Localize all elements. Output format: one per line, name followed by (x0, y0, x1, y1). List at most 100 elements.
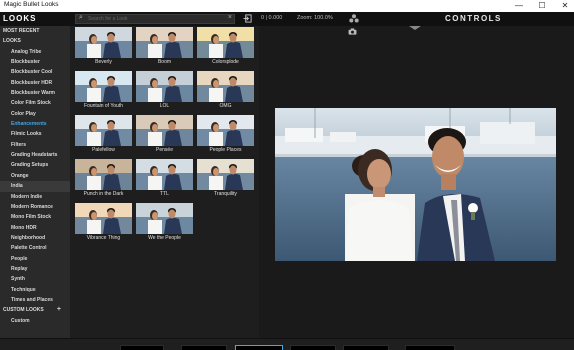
look-thumbnail[interactable]: Vibrance Thing (75, 203, 132, 241)
look-thumbnail[interactable]: OMG (197, 71, 254, 109)
sidebar-item-replay[interactable]: Replay (0, 264, 70, 274)
search-icon: ⌕ (79, 14, 83, 21)
sidebar-item-modern-indie[interactable]: Modern Indie (0, 192, 70, 202)
export-icon[interactable] (243, 14, 252, 23)
sidebar-item-label: LOOKS (3, 38, 21, 45)
sidebar-item-mono-hdr[interactable]: Mono HDR (0, 223, 70, 233)
look-preview-image (75, 203, 132, 234)
search-input[interactable] (88, 15, 218, 23)
tool-slot-subject[interactable] (120, 345, 164, 350)
sidebar-item-label: Replay (11, 265, 28, 272)
tool-slot-camera[interactable] (290, 345, 336, 350)
window-title: Magic Bullet Looks (4, 1, 59, 8)
look-label: TTL (160, 191, 169, 197)
look-label: Beverly (95, 59, 112, 65)
look-thumbnail[interactable]: Boom (136, 27, 193, 65)
look-preview-image (197, 159, 254, 190)
look-label: We the People (148, 235, 181, 241)
looks-sidebar: LOOKS MOST RECENT LOOKS Analog Tribe Blockb… (0, 12, 70, 338)
sidebar-item-label: CUSTOM LOOKS (3, 307, 44, 314)
sidebar-item-india[interactable]: India (0, 181, 70, 192)
look-label: Tranquility (214, 191, 237, 197)
sidebar-item-label: Technique (11, 286, 36, 293)
sidebar-item-label: Neighborhood (11, 234, 46, 241)
controls-title: CONTROLS (445, 14, 502, 23)
look-label: Vibrance Thing (86, 235, 121, 241)
clear-search-icon[interactable]: × (228, 14, 232, 21)
look-label: Colorsplode (212, 59, 239, 65)
sidebar-item-blockbuster[interactable]: Blockbuster (0, 57, 70, 67)
sidebar-item-label: Blockbuster Cool (11, 69, 53, 76)
sidebar-item-label: Modern Indie (11, 193, 43, 200)
maximize-button[interactable]: ☐ (533, 0, 551, 12)
sidebar-item-label: Filters (11, 141, 27, 148)
look-preview-image (75, 71, 132, 102)
sidebar-item-label: Modern Romance (11, 203, 53, 210)
sidebar-item-color-play[interactable]: Color Play (0, 109, 70, 119)
look-preview-image (75, 27, 132, 58)
sidebar-item-enhancements[interactable]: Enhancements (0, 119, 70, 129)
look-label: Boom (157, 59, 172, 65)
sidebar-category-most-recent[interactable]: MOST RECENT (0, 26, 70, 36)
sidebar-item-label: Times and Places (11, 296, 53, 303)
sidebar-item-label: People (11, 255, 28, 262)
sidebar-category-custom-looks[interactable]: CUSTOM LOOKS + (0, 305, 70, 315)
sidebar-item-filmic-looks[interactable]: Filmic Looks (0, 129, 70, 139)
layers-icon[interactable] (349, 14, 359, 23)
look-thumbnail[interactable]: TTL (136, 159, 193, 197)
sidebar-item-palette-control[interactable]: Palette Control (0, 243, 70, 253)
close-button[interactable]: ✕ (556, 0, 574, 12)
look-preview-image (75, 159, 132, 190)
sidebar-item-filters[interactable]: Filters (0, 140, 70, 150)
look-thumbnail[interactable]: Tranquility (197, 159, 254, 197)
sidebar-item-label: Orange (11, 172, 29, 179)
search-box[interactable]: ⌕ × (75, 14, 235, 24)
sidebar-item-orange[interactable]: Orange (0, 171, 70, 181)
sidebar-item-label: Palette Control (11, 245, 47, 252)
sidebar-item-custom[interactable]: Custom (0, 316, 70, 326)
tool-slot-matte[interactable] (181, 345, 227, 350)
look-thumbnail[interactable]: Colorsplode (197, 27, 254, 65)
sidebar-item-grading-setups[interactable]: Grading Setups (0, 160, 70, 170)
look-preview-image (75, 115, 132, 146)
snapshot-camera-icon[interactable] (348, 28, 357, 35)
tool-slot-lens[interactable] (235, 345, 283, 350)
collapse-caret-icon[interactable] (409, 26, 421, 30)
sidebar-item-technique[interactable]: Technique (0, 285, 70, 295)
add-custom-look-icon[interactable]: + (57, 305, 61, 315)
look-thumbnail[interactable]: People Places (197, 115, 254, 153)
look-thumbnail[interactable]: Fountain of Youth (75, 71, 132, 109)
sidebar-item-label: MOST RECENT (3, 28, 40, 34)
tool-slot-post[interactable] (343, 345, 389, 350)
sidebar-item-label: Enhancements (11, 121, 47, 128)
sidebar-item-people[interactable]: People (0, 254, 70, 264)
sidebar-item-label: Color Film Stock (11, 100, 51, 107)
zoom-readout[interactable]: Zoom: 100.0% (297, 15, 333, 21)
minimize-button[interactable]: — (510, 0, 528, 12)
sidebar-item-times-and-places[interactable]: Times and Places (0, 295, 70, 305)
look-thumbnail[interactable]: We the People (136, 203, 193, 241)
sidebar-item-label: Mono Film Stock (11, 214, 51, 221)
look-thumbnail[interactable]: Palefellow (75, 115, 132, 153)
preview-image[interactable] (275, 108, 556, 261)
sidebar-item-grading-headstarts[interactable]: Grading Headstarts (0, 150, 70, 160)
sidebar-title: LOOKS (0, 12, 70, 26)
tool-slot-output[interactable] (405, 345, 455, 350)
sidebar-item-neighborhood[interactable]: Neighborhood (0, 233, 70, 243)
look-label: Punch in the Dark (83, 191, 124, 197)
tool-chain-bar (0, 338, 574, 350)
sidebar-item-mono-film-stock[interactable]: Mono Film Stock (0, 212, 70, 222)
look-thumbnail[interactable]: LOL (136, 71, 193, 109)
sidebar-item-analog-tribe[interactable]: Analog Tribe (0, 47, 70, 57)
sidebar-item-blockbuster-warm[interactable]: Blockbuster Warm (0, 88, 70, 98)
sidebar-item-synth[interactable]: Synth (0, 274, 70, 284)
sidebar-item-color-film-stock[interactable]: Color Film Stock (0, 98, 70, 108)
sidebar-item-modern-romance[interactable]: Modern Romance (0, 202, 70, 212)
look-thumbnail[interactable]: Beverly (75, 27, 132, 65)
sidebar-item-blockbuster-hdr[interactable]: Blockbuster HDR (0, 78, 70, 88)
sidebar-category-looks[interactable]: LOOKS (0, 36, 70, 46)
look-thumbnail[interactable]: Pensée (136, 115, 193, 153)
look-label: LOL (159, 103, 170, 109)
sidebar-item-blockbuster-cool[interactable]: Blockbuster Cool (0, 67, 70, 77)
look-thumbnail[interactable]: Punch in the Dark (75, 159, 132, 197)
